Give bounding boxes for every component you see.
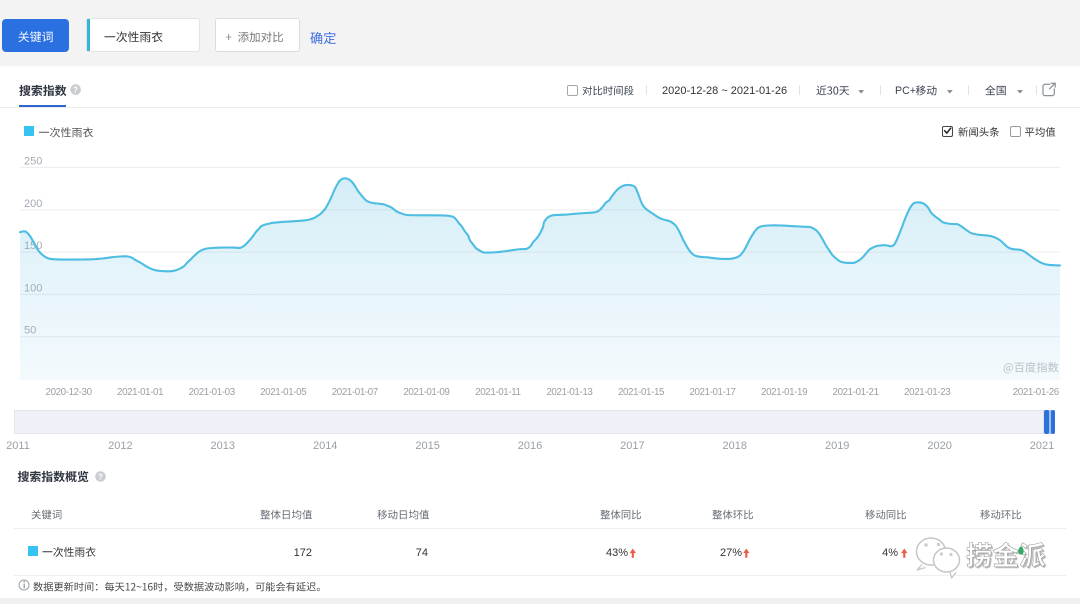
svg-text:2018: 2018 — [723, 440, 747, 452]
svg-text:172: 172 — [294, 547, 312, 559]
svg-text:PC+: PC+ — [895, 85, 916, 97]
svg-text:2021-01-09: 2021-01-09 — [403, 387, 449, 398]
svg-text:4%: 4% — [882, 547, 898, 559]
svg-text:27%: 27% — [720, 547, 742, 559]
svg-text:2011: 2011 — [6, 440, 30, 452]
svg-text:2021-01-01: 2021-01-01 — [117, 387, 163, 398]
svg-text:2021-01-05: 2021-01-05 — [260, 387, 307, 398]
svg-text:2013: 2013 — [211, 440, 235, 452]
svg-text:2021-01-15: 2021-01-15 — [618, 387, 665, 398]
svg-text:2015: 2015 — [415, 440, 439, 452]
svg-text:2021-01-17: 2021-01-17 — [689, 387, 735, 398]
svg-text:?: ? — [98, 473, 103, 482]
svg-text:?: ? — [73, 86, 78, 95]
svg-text:2021-01-19: 2021-01-19 — [761, 387, 807, 398]
svg-text:43%: 43% — [606, 547, 628, 559]
svg-text:2021: 2021 — [1030, 440, 1054, 452]
svg-text:2021-01-21: 2021-01-21 — [833, 387, 879, 398]
svg-text:2019: 2019 — [825, 440, 849, 452]
svg-text:2014: 2014 — [313, 440, 337, 452]
svg-text:200: 200 — [24, 198, 42, 210]
svg-text:2021-01-26: 2021-01-26 — [1013, 387, 1060, 398]
svg-text:2020: 2020 — [927, 440, 951, 452]
svg-text:250: 250 — [24, 155, 42, 167]
svg-text:2016: 2016 — [518, 440, 542, 452]
svg-text:2017: 2017 — [620, 440, 644, 452]
svg-text:2021-01-11: 2021-01-11 — [475, 387, 520, 398]
svg-text:2020-12-30: 2020-12-30 — [46, 387, 93, 398]
svg-text:2012: 2012 — [108, 440, 132, 452]
svg-text:2020-12-28 ~ 2021-01-26: 2020-12-28 ~ 2021-01-26 — [662, 85, 787, 97]
svg-text:2021-01-07: 2021-01-07 — [332, 387, 378, 398]
svg-text:2021-01-03: 2021-01-03 — [189, 387, 236, 398]
svg-text:2021-01-23: 2021-01-23 — [904, 387, 951, 398]
svg-text:2021-01-13: 2021-01-13 — [546, 387, 593, 398]
svg-text:74: 74 — [416, 547, 428, 559]
